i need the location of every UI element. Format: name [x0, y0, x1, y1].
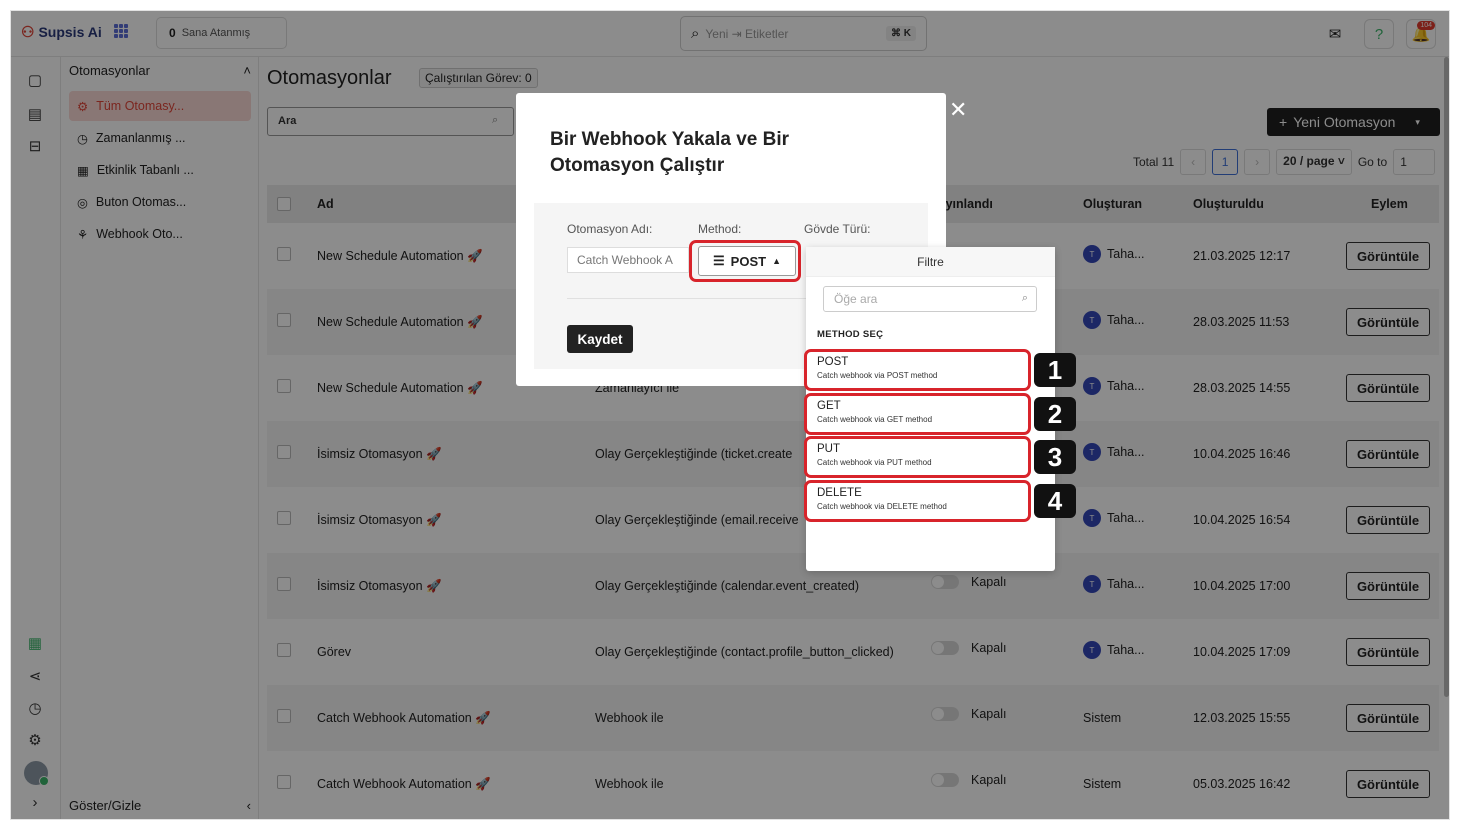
dropdown-search-input[interactable]: Öğe ara ⌕: [823, 286, 1037, 312]
option-highlight-ring: [804, 436, 1031, 478]
app-window: ⚇ Supsis Ai 0 Sana Atanmış ⌕ Yeni ⇥ Etik…: [10, 10, 1450, 820]
save-button[interactable]: Kaydet: [567, 325, 633, 353]
option-highlight-ring: [804, 349, 1031, 391]
body-type-label: Gövde Türü:: [804, 222, 871, 236]
dropdown-header: Filtre: [806, 247, 1055, 277]
method-highlight-ring: [689, 240, 801, 282]
step-number-badge: 2: [1034, 397, 1076, 431]
close-icon[interactable]: ✕: [949, 97, 967, 123]
step-number-badge: 1: [1034, 353, 1076, 387]
automation-name-input[interactable]: Catch Webhook A: [567, 247, 689, 273]
dropdown-search-placeholder: Öğe ara: [834, 292, 878, 306]
dropdown-section-label: METHOD SEÇ: [817, 329, 884, 340]
method-dropdown: Filtre Öğe ara ⌕ METHOD SEÇ POST Catch we…: [804, 247, 1076, 571]
step-number-badge: 3: [1034, 440, 1076, 474]
modal-title: Bir Webhook Yakala ve Bir Otomasyon Çalı…: [550, 129, 790, 176]
method-option-put[interactable]: PUT Catch webhook via PUT method 3: [804, 436, 1076, 478]
step-number-badge: 4: [1034, 484, 1076, 518]
method-option-get[interactable]: GET Catch webhook via GET method 2: [804, 393, 1076, 435]
option-highlight-ring: [804, 393, 1031, 435]
method-option-post[interactable]: POST Catch webhook via POST method 1: [804, 349, 1076, 391]
method-option-delete[interactable]: DELETE Catch webhook via DELETE method 4: [804, 480, 1076, 522]
search-icon: ⌕: [1021, 292, 1028, 304]
method-label: Method:: [698, 222, 742, 236]
option-highlight-ring: [804, 480, 1031, 522]
automation-name-label: Otomasyon Adı:: [567, 222, 653, 236]
